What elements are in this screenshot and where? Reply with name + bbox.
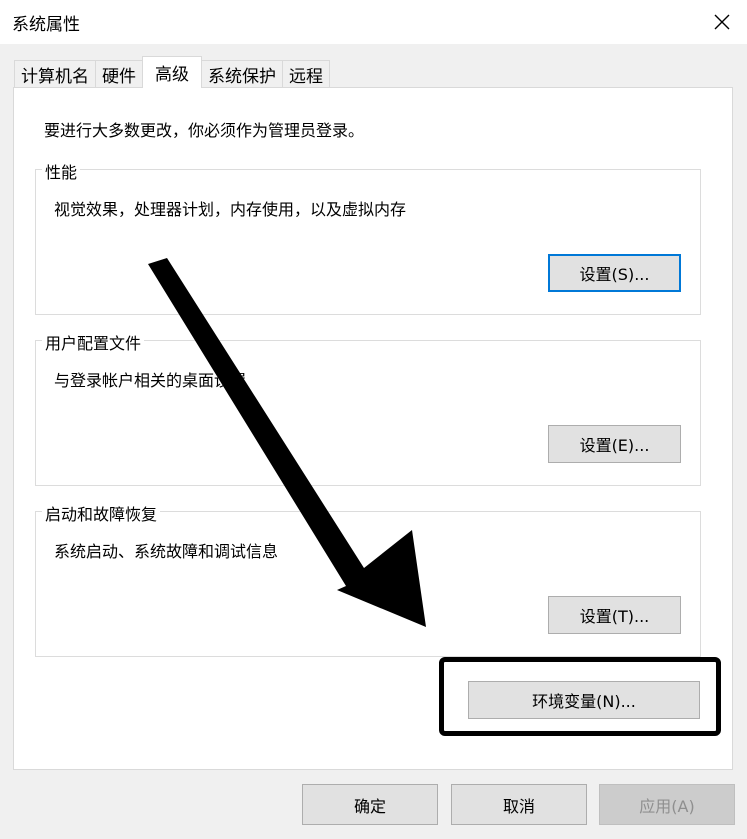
tab-hardware[interactable]: 硬件 — [95, 60, 143, 88]
performance-description: 视觉效果，处理器计划，内存使用，以及虚拟内存 — [54, 200, 407, 219]
performance-group-title: 性能 — [42, 159, 81, 183]
apply-button[interactable]: 应用(A) — [599, 784, 735, 825]
tab-computer-name[interactable]: 计算机名 — [14, 60, 96, 88]
window-title: 系统属性 — [12, 15, 80, 35]
ok-button[interactable]: 确定 — [302, 784, 438, 825]
close-icon — [714, 14, 730, 30]
performance-settings-button[interactable]: 设置(S)... — [548, 254, 681, 292]
tab-remote[interactable]: 远程 — [282, 60, 330, 88]
title-bar: 系统属性 — [0, 0, 747, 44]
startup-recovery-settings-button[interactable]: 设置(T)... — [548, 596, 681, 634]
user-profiles-group: 用户配置文件 与登录帐户相关的桌面设置 设置(E)... — [35, 330, 701, 486]
user-profiles-description: 与登录帐户相关的桌面设置 — [54, 371, 247, 390]
annotation-highlight-box — [439, 657, 721, 736]
startup-recovery-group: 启动和故障恢复 系统启动、系统故障和调试信息 设置(T)... — [35, 501, 701, 657]
performance-group: 性能 视觉效果，处理器计划，内存使用，以及虚拟内存 设置(S)... — [35, 159, 701, 315]
tab-strip: 计算机名 硬件 高级 系统保护 远程 — [14, 56, 330, 88]
tab-advanced[interactable]: 高级 — [142, 56, 202, 88]
close-button[interactable] — [697, 0, 747, 44]
cancel-button[interactable]: 取消 — [451, 784, 587, 825]
startup-recovery-description: 系统启动、系统故障和调试信息 — [54, 542, 279, 561]
startup-recovery-group-title: 启动和故障恢复 — [42, 501, 161, 525]
user-profiles-group-title: 用户配置文件 — [42, 330, 145, 354]
admin-note: 要进行大多数更改，你必须作为管理员登录。 — [44, 121, 365, 140]
user-profiles-settings-button[interactable]: 设置(E)... — [548, 425, 681, 463]
tab-system-protection[interactable]: 系统保护 — [201, 60, 283, 88]
